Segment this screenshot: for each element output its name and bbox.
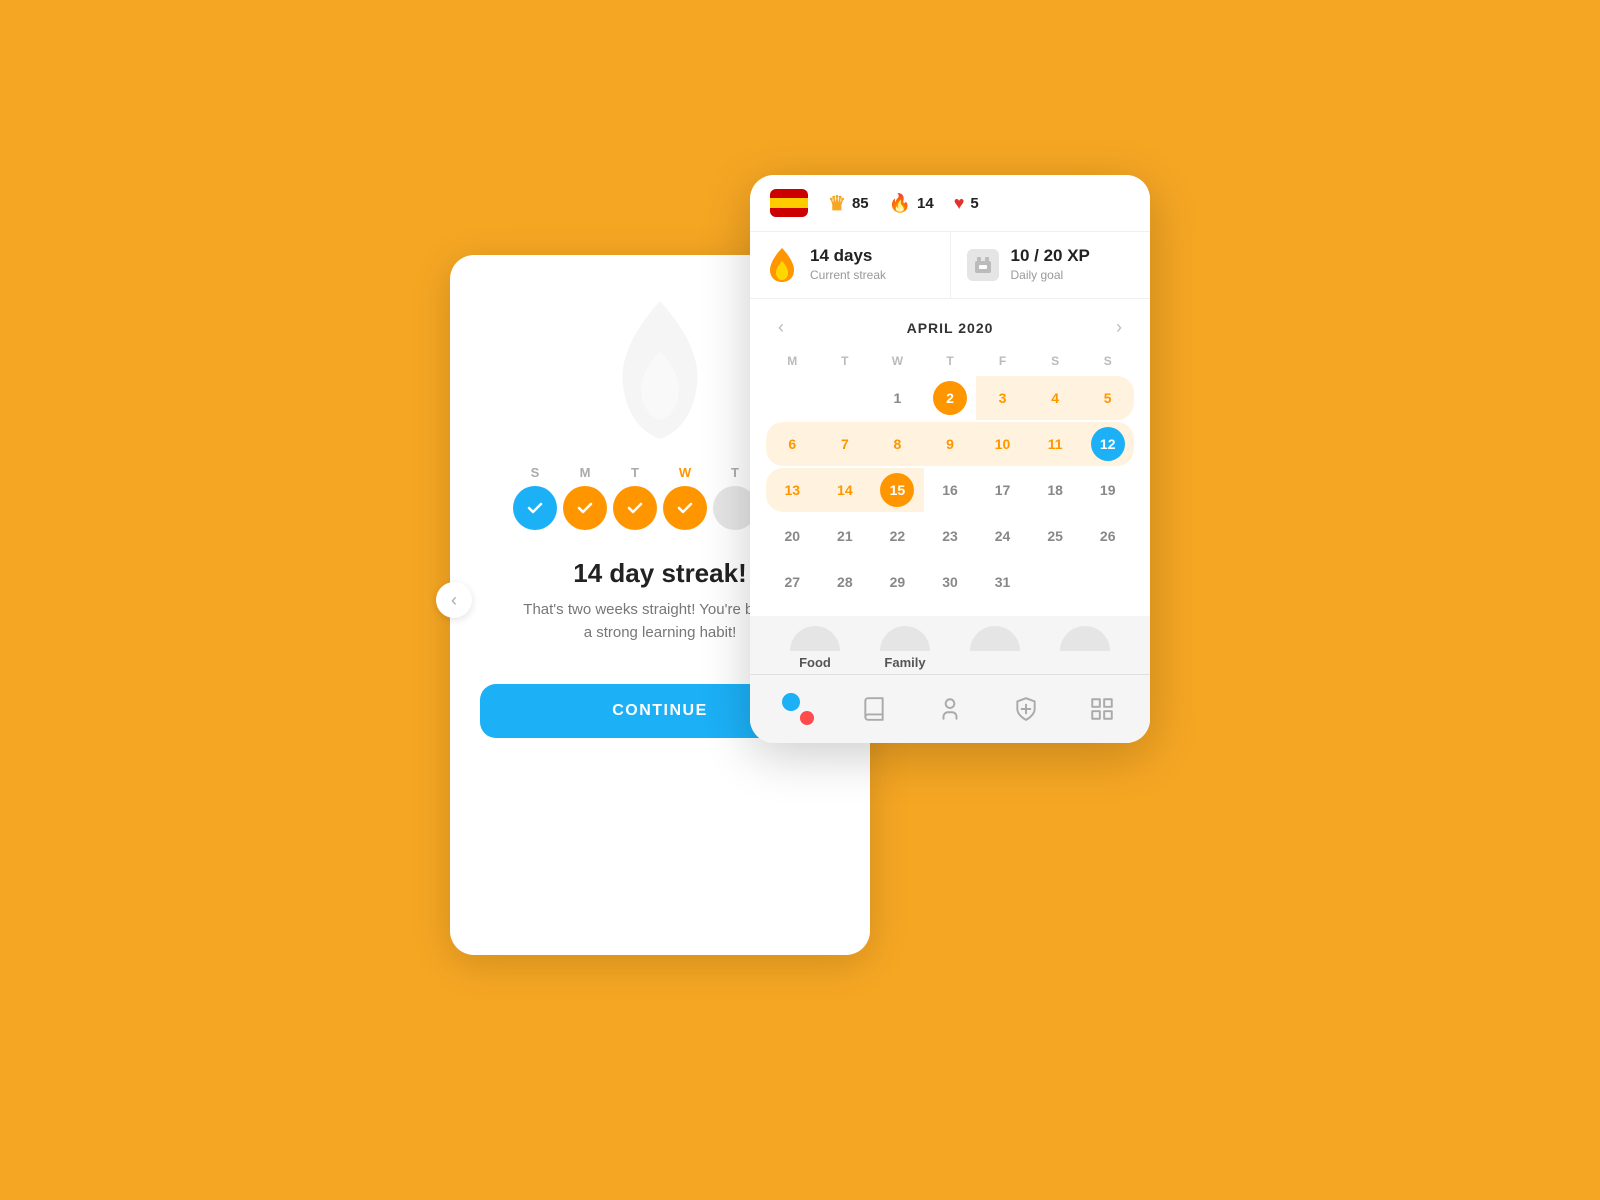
day-col-t1: T	[613, 465, 657, 530]
dow-f: F	[976, 350, 1029, 372]
week-5: 27 28 29 30 31	[766, 560, 1134, 604]
day-23: 23	[924, 514, 977, 558]
streak-stat-text: 14 days Current streak	[810, 246, 886, 284]
day-label: M	[580, 465, 591, 480]
day-25: 25	[1029, 514, 1082, 558]
cal-bottom: Food Family	[750, 616, 1150, 743]
dow-s1: S	[1029, 350, 1082, 372]
spanish-flag	[770, 189, 808, 217]
day-24: 24	[976, 514, 1029, 558]
day-29: 29	[871, 560, 924, 604]
day-circle-s1	[513, 486, 557, 530]
day-empty	[819, 393, 872, 403]
day-19: 19	[1081, 468, 1134, 512]
nav-shield[interactable]	[1006, 689, 1046, 729]
day-label-active: W	[679, 465, 691, 480]
dow-t2: T	[924, 350, 977, 372]
heart-stat: ♥ 5	[954, 193, 979, 214]
day-circle-w	[663, 486, 707, 530]
day-7: 7	[819, 422, 872, 466]
nav-book[interactable]	[854, 689, 894, 729]
week-1: 1 2 3 4 5	[766, 376, 1134, 420]
left-arrow[interactable]: ‹	[436, 582, 472, 618]
category-food: Food	[799, 655, 831, 670]
month-title: APRIL 2020	[907, 320, 994, 336]
day-21: 21	[819, 514, 872, 558]
day-31: 31	[976, 560, 1029, 604]
day-3: 3	[976, 376, 1029, 420]
nav-store[interactable]	[1082, 689, 1122, 729]
day-9: 9	[924, 422, 977, 466]
dow-w: W	[871, 350, 924, 372]
cal-nav-bar	[750, 674, 1150, 743]
day-1: 1	[871, 376, 924, 420]
book-icon	[861, 696, 887, 722]
goal-stat-text: 10 / 20 XP Daily goal	[1011, 246, 1090, 284]
day-8: 8	[871, 422, 924, 466]
day-14: 14	[819, 468, 872, 512]
day-empty	[766, 393, 819, 403]
day-2: 2	[924, 376, 977, 420]
goal-stat-box: 10 / 20 XP Daily goal	[951, 232, 1151, 298]
day-col-s1: S	[513, 465, 557, 530]
day-18: 18	[1029, 468, 1082, 512]
streak-title: 14 day streak!	[573, 558, 746, 589]
day-label: T	[731, 465, 739, 480]
day-13: 13	[766, 468, 819, 512]
day-4: 4	[1029, 376, 1082, 420]
character-icon	[937, 696, 963, 722]
shield-icon	[1013, 696, 1039, 722]
crown-stat: ♛ 85	[828, 191, 869, 216]
day-15-today: 15	[871, 468, 924, 512]
dow-t: T	[819, 350, 872, 372]
day-27: 27	[766, 560, 819, 604]
crown-icon: ♛	[828, 191, 846, 216]
day-30: 30	[924, 560, 977, 604]
flame-stat: 🔥 14	[889, 193, 934, 214]
cal-header: ♛ 85 🔥 14 ♥ 5	[750, 175, 1150, 232]
streak-flame-icon	[595, 295, 725, 445]
cal-grid: M T W T F S S 1 2 3 4 5	[750, 350, 1150, 616]
day-22: 22	[871, 514, 924, 558]
target-icon	[967, 249, 999, 281]
dow-row: M T W T F S S	[766, 350, 1134, 372]
week-2: 6 7 8 9 10 11 12	[766, 422, 1134, 466]
day-6: 6	[766, 422, 819, 466]
next-month-button[interactable]: ›	[1108, 313, 1130, 342]
prev-month-button[interactable]: ‹	[770, 313, 792, 342]
dow-m: M	[766, 350, 819, 372]
nav-duo[interactable]	[778, 689, 818, 729]
week-3: 13 14 15 16 17 18 19	[766, 468, 1134, 512]
day-12: 12	[1081, 422, 1134, 466]
day-empty	[1029, 577, 1082, 587]
day-11: 11	[1029, 422, 1082, 466]
cal-stats-row: 14 days Current streak 10 / 20 XP Daily …	[750, 232, 1150, 299]
dow-s2: S	[1081, 350, 1134, 372]
day-20: 20	[766, 514, 819, 558]
heart-icon: ♥	[954, 193, 965, 214]
day-circle-t1	[613, 486, 657, 530]
day-label: S	[531, 465, 540, 480]
day-5: 5	[1081, 376, 1134, 420]
day-circle-m	[563, 486, 607, 530]
cal-nav: ‹ APRIL 2020 ›	[750, 299, 1150, 350]
day-28: 28	[819, 560, 872, 604]
day-empty	[1081, 577, 1134, 587]
nav-character[interactable]	[930, 689, 970, 729]
store-icon	[1089, 696, 1115, 722]
day-26: 26	[1081, 514, 1134, 558]
flame-icon: 🔥	[889, 193, 911, 214]
category-family: Family	[884, 655, 925, 670]
week-4: 20 21 22 23 24 25 26	[766, 514, 1134, 558]
day-col-w: W	[663, 465, 707, 530]
day-17: 17	[976, 468, 1029, 512]
day-10: 10	[976, 422, 1029, 466]
day-col-m: M	[563, 465, 607, 530]
day-label: T	[631, 465, 639, 480]
streak-stat-box: 14 days Current streak	[750, 232, 951, 298]
day-16: 16	[924, 468, 977, 512]
streak-flame-icon	[766, 247, 798, 283]
calendar-card: ♛ 85 🔥 14 ♥ 5 14 days Current st	[750, 175, 1150, 743]
scene: ‹ S M T	[450, 175, 1150, 1025]
